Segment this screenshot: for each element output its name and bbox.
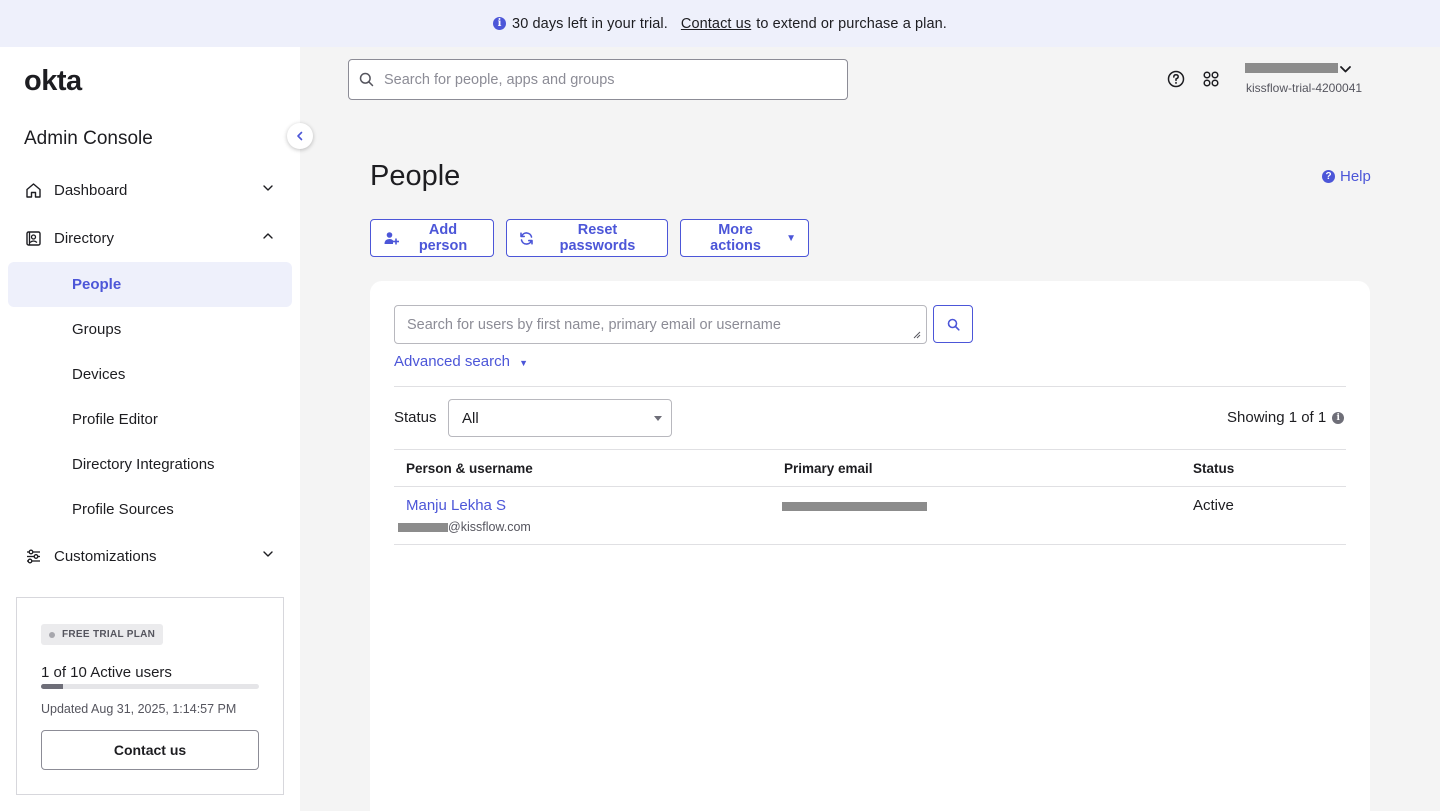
plan-badge-label: FREE TRIAL PLAN xyxy=(62,629,156,640)
help-link[interactable]: ? Help xyxy=(1322,168,1371,185)
page-title: People xyxy=(370,160,461,192)
status-dot-icon xyxy=(49,631,55,638)
okta-logo[interactable]: okta xyxy=(24,65,82,98)
user-search-input[interactable] xyxy=(407,317,907,333)
trial-banner: i 30 days left in your trial. Contact us… xyxy=(0,0,1440,47)
help-circle-icon[interactable] xyxy=(1167,70,1185,88)
sidebar-item-people[interactable]: People xyxy=(8,262,292,307)
global-search[interactable] xyxy=(348,59,848,100)
active-users-count: 1 of 10 Active users xyxy=(41,664,172,681)
app-grid-icon[interactable] xyxy=(1202,70,1220,88)
plan-badge: FREE TRIAL PLAN xyxy=(41,624,164,645)
global-search-input[interactable] xyxy=(384,71,824,88)
add-user-icon xyxy=(383,230,399,246)
username-redacted xyxy=(398,523,448,532)
username-domain: @kissflow.com xyxy=(448,520,531,534)
advanced-search-label: Advanced search xyxy=(394,353,510,370)
search-icon xyxy=(947,318,960,331)
add-person-label: Add person xyxy=(418,222,468,254)
sidebar-item-label: Directory xyxy=(54,229,115,247)
active-users-progress xyxy=(41,684,259,689)
sliders-icon xyxy=(24,547,42,565)
contact-us-link[interactable]: Contact us xyxy=(681,16,751,32)
status-filter-label: Status xyxy=(394,409,437,426)
caret-down-icon: ▼ xyxy=(519,358,528,368)
sidebar-item-devices[interactable]: Devices xyxy=(8,352,292,397)
column-header-email[interactable]: Primary email xyxy=(784,461,873,476)
column-header-status[interactable]: Status xyxy=(1193,461,1234,476)
trial-banner-suffix: to extend or purchase a plan. xyxy=(756,15,947,32)
sidebar-item-profile-editor[interactable]: Profile Editor xyxy=(8,397,292,442)
more-actions-label: More actions xyxy=(710,222,761,254)
sidebar-item-dashboard[interactable]: Dashboard xyxy=(8,168,292,212)
advanced-search-toggle[interactable]: Advanced search ▼ xyxy=(394,353,528,370)
directory-icon xyxy=(24,229,42,247)
divider xyxy=(394,386,1346,387)
home-icon xyxy=(24,181,42,199)
people-card: Advanced search ▼ Status All Showing 1 o… xyxy=(370,281,1370,811)
user-status: Active xyxy=(1193,497,1234,514)
sidebar-item-groups[interactable]: Groups xyxy=(8,307,292,352)
sidebar-item-label: Dashboard xyxy=(54,181,128,199)
chevron-down-icon[interactable] xyxy=(1339,63,1352,76)
results-count: Showing 1 of 1 i xyxy=(1227,409,1345,426)
add-person-button[interactable]: Add person xyxy=(370,219,494,257)
admin-console-title: Admin Console xyxy=(24,128,153,149)
collapse-sidebar-button[interactable] xyxy=(287,123,313,149)
sidebar-item-directory[interactable]: Directory xyxy=(8,216,292,260)
trial-plan-card: FREE TRIAL PLAN 1 of 10 Active users Upd… xyxy=(16,597,284,795)
caret-down-icon xyxy=(654,416,662,421)
caret-down-icon: ▼ xyxy=(786,232,796,244)
plan-updated-timestamp: Updated Aug 31, 2025, 1:14:57 PM xyxy=(41,702,237,716)
column-header-person[interactable]: Person & username xyxy=(406,461,533,476)
primary-email-redacted xyxy=(782,502,927,511)
table-top-border xyxy=(394,449,1346,450)
status-filter-value: All xyxy=(462,409,479,427)
status-filter-select[interactable]: All xyxy=(448,399,672,437)
sidebar: okta Admin Console Dashboard Directory P… xyxy=(0,47,313,811)
chevron-down-icon xyxy=(263,551,273,557)
user-search-button[interactable] xyxy=(933,305,973,343)
sidebar-item-customizations[interactable]: Customizations xyxy=(8,534,292,578)
reset-passwords-button[interactable]: Reset passwords xyxy=(506,219,668,257)
refresh-icon xyxy=(519,231,534,246)
person-name-link[interactable]: Manju Lekha S xyxy=(406,497,506,514)
reset-passwords-label: Reset passwords xyxy=(559,222,636,254)
sidebar-item-directory-integrations[interactable]: Directory Integrations xyxy=(8,442,292,487)
chevron-up-icon xyxy=(263,233,273,239)
sidebar-item-label: Customizations xyxy=(54,547,157,565)
user-search-box[interactable] xyxy=(394,305,927,344)
table-header-border xyxy=(394,486,1346,487)
contact-us-button[interactable]: Contact us xyxy=(41,730,259,770)
account-org-name: kissflow-trial-4200041 xyxy=(1246,81,1363,95)
chevron-left-icon xyxy=(297,131,303,141)
info-icon: i xyxy=(493,17,507,30)
search-icon xyxy=(359,72,374,87)
trial-banner-text: 30 days left in your trial. xyxy=(512,15,668,32)
table-row-border xyxy=(394,544,1346,545)
resize-grip-icon[interactable] xyxy=(913,331,921,339)
info-icon[interactable]: i xyxy=(1332,411,1345,424)
sidebar-item-profile-sources[interactable]: Profile Sources xyxy=(8,487,292,532)
more-actions-button[interactable]: More actions ▼ xyxy=(680,219,809,257)
chevron-down-icon xyxy=(263,185,273,191)
help-icon: ? xyxy=(1322,170,1335,183)
account-name-redacted[interactable] xyxy=(1245,63,1338,73)
results-count-label: Showing 1 of 1 xyxy=(1227,409,1327,426)
help-link-label: Help xyxy=(1340,168,1371,185)
